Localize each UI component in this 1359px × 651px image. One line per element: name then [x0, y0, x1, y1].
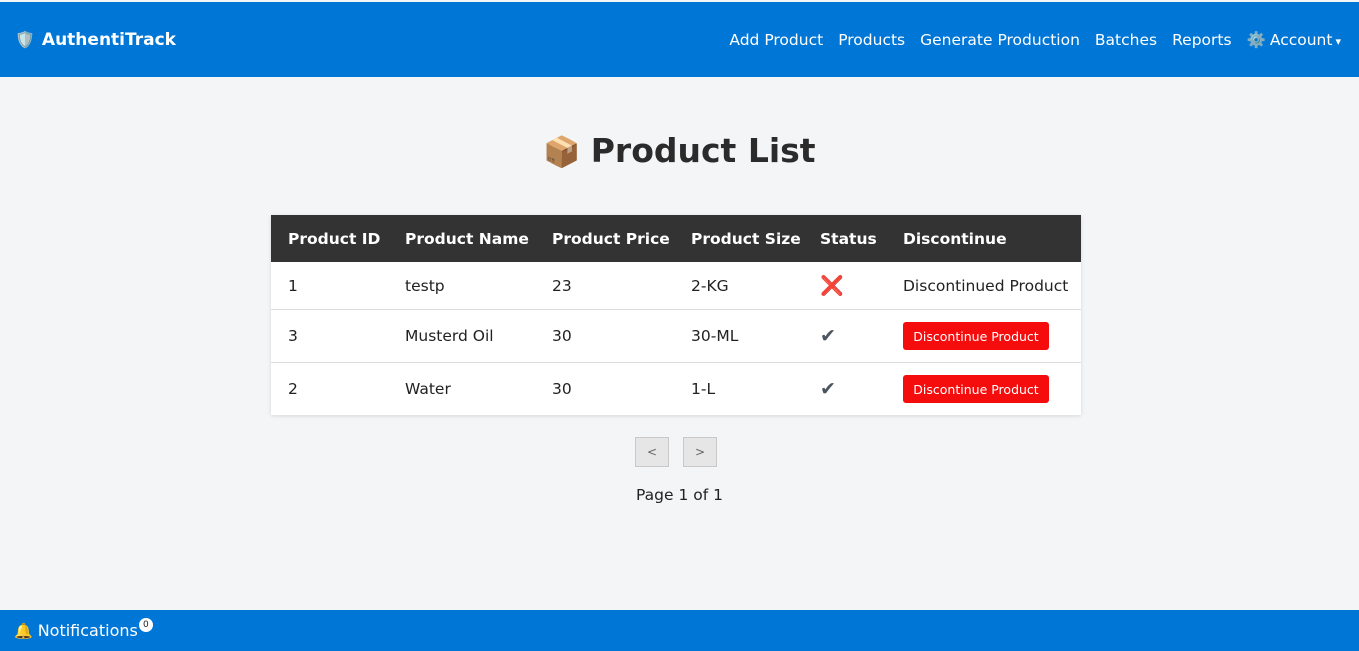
cell-product-name: Musterd Oil [388, 309, 535, 363]
nav-generate-production[interactable]: Generate Production [920, 31, 1080, 49]
product-table: Product ID Product Name Product Price Pr… [271, 215, 1081, 415]
cell-product-size: 2-KG [674, 262, 803, 310]
cell-discontinue: Discontinue Product [886, 309, 1081, 363]
cell-product-id: 1 [271, 262, 388, 310]
pagination-controls: < > [635, 437, 731, 467]
cell-product-size: 30-ML [674, 309, 803, 363]
discontinue-product-button[interactable]: Discontinue Product [903, 322, 1049, 350]
cell-status: ✔ [803, 309, 886, 363]
chevron-down-icon: ▾ [1335, 34, 1341, 48]
column-header-status: Status [803, 215, 886, 262]
cell-status: ❌ [803, 262, 886, 310]
next-page-button[interactable]: > [683, 437, 717, 467]
discontinued-text: Discontinued Product [886, 262, 1081, 310]
brand[interactable]: 🛡️ AuthentiTrack [15, 30, 176, 50]
nav-reports[interactable]: Reports [1172, 31, 1231, 49]
main-nav: Add Product Products Generate Production… [714, 31, 1341, 49]
cell-product-size: 1-L [691, 380, 716, 398]
notifications-button[interactable]: 🔔 Notifications 0 [14, 617, 153, 640]
table-row: 3 Musterd Oil 30 30-ML ✔ Discontinue Pro… [271, 309, 1081, 363]
cell-product-name: testp [388, 262, 535, 310]
nav-batches[interactable]: Batches [1095, 31, 1157, 49]
notifications-label: Notifications [37, 621, 138, 640]
cell-discontinue: Discontinue Product [886, 363, 1081, 416]
nav-add-product[interactable]: Add Product [729, 31, 823, 49]
cell-product-price: 30 [535, 309, 674, 363]
cell-product-id: 3 [271, 309, 388, 363]
bell-icon: 🔔 [14, 621, 33, 640]
column-header-product-price: Product Price [535, 215, 674, 262]
checkmark-icon: ✔ [820, 325, 836, 347]
previous-page-button[interactable]: < [635, 437, 669, 467]
cell-product-price: 23 [535, 262, 674, 310]
table-header-row: Product ID Product Name Product Price Pr… [271, 215, 1081, 262]
page-indicator: Page 1 of 1 [636, 486, 723, 504]
cell-product-name: Water [405, 380, 451, 398]
nav-account-menu[interactable]: ⚙️ Account ▾ [1247, 31, 1341, 49]
table-row: 2 Water 30 1-L ✔ Discontinue Product [271, 363, 1081, 416]
product-table-container: Product ID Product Name Product Price Pr… [271, 215, 1081, 415]
column-header-discontinue: Discontinue [886, 215, 1081, 262]
column-header-product-id: Product ID [271, 215, 388, 262]
nav-products[interactable]: Products [838, 31, 905, 49]
package-icon: 📦 [543, 135, 581, 170]
top-navbar: 🛡️ AuthentiTrack Add Product Products Ge… [0, 2, 1359, 77]
page-title: 📦 Product List [0, 131, 1359, 170]
shield-icon: 🛡️ [15, 30, 35, 49]
cell-product-price: 30 [552, 380, 572, 398]
cross-icon: ❌ [820, 275, 844, 297]
discontinue-product-button[interactable]: Discontinue Product [903, 375, 1049, 403]
cell-product-id: 2 [288, 380, 298, 398]
brand-name: AuthentiTrack [41, 29, 176, 50]
cell-status: ✔ [803, 363, 886, 416]
table-row: 1 testp 23 2-KG ❌ Discontinued Product [271, 262, 1081, 310]
page-title-text: Product List [590, 131, 816, 170]
column-header-product-size: Product Size [674, 215, 803, 262]
account-label: Account [1269, 30, 1333, 49]
notification-bar: 🔔 Notifications 0 [0, 610, 1359, 651]
column-header-product-name: Product Name [388, 215, 535, 262]
gear-icon: ⚙️ [1246, 30, 1266, 49]
checkmark-icon: ✔ [820, 378, 836, 400]
notification-count-badge: 0 [138, 617, 153, 632]
